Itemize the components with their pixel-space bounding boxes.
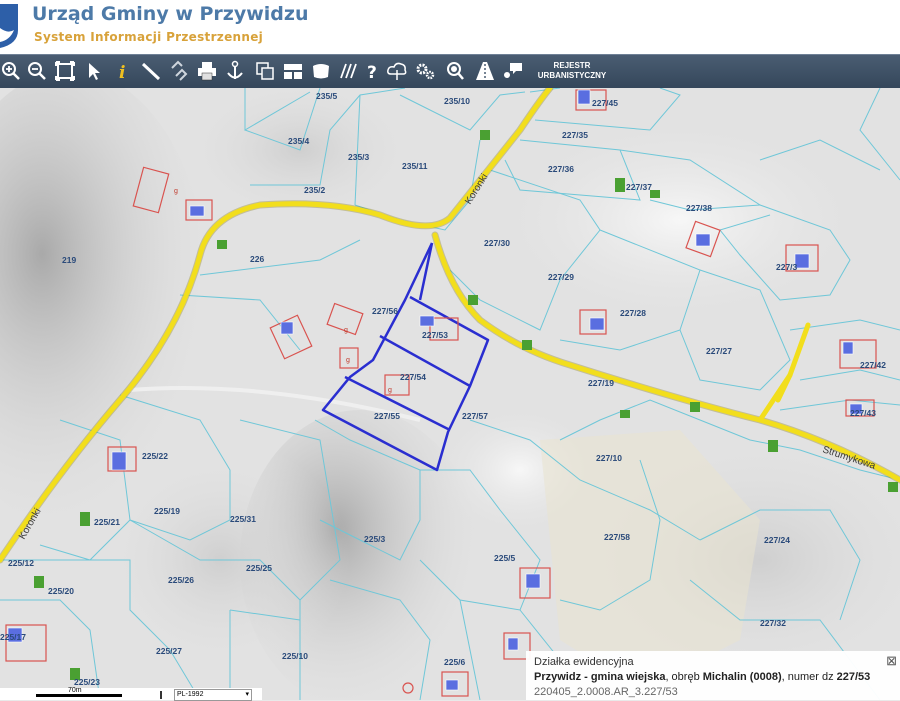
shape-icon[interactable] <box>310 60 332 82</box>
parcel-label: 225/19 <box>154 506 180 516</box>
popup-commune: Przywidz - gmina wiejska <box>534 671 666 683</box>
pointer-icon[interactable] <box>84 60 106 82</box>
settings-icon[interactable] <box>414 60 436 82</box>
parcel-label: 227/45 <box>592 98 618 108</box>
parcel-label: 227/35 <box>562 130 588 140</box>
header: Urząd Gminy w Przywidzu System Informacj… <box>0 0 900 54</box>
parcel-label: 225/27 <box>156 646 182 656</box>
layout-icon[interactable] <box>282 60 304 82</box>
scale-bar: 70m PL-1992 <box>0 687 262 701</box>
popup-precinct: Michalin (0008) <box>702 671 782 683</box>
zoom-extent-icon[interactable] <box>54 60 76 82</box>
parcel-label: 235/2 <box>304 185 326 195</box>
map-svg[interactable]: g g g g Koronki Koronki Strumykowa 235/5… <box>0 88 900 700</box>
parcel-label: 227/53 <box>422 330 448 340</box>
crs-select[interactable]: PL-1992 <box>174 689 252 701</box>
parcel-label: 227/28 <box>620 308 646 318</box>
parcel-label: 227/42 <box>860 360 886 370</box>
scale-separator <box>160 691 162 699</box>
parcel-label: 225/17 <box>0 632 26 642</box>
parcel-label: 219 <box>62 255 76 265</box>
parcel-label: 235/5 <box>316 91 338 101</box>
parcel-label: 227/38 <box>686 203 712 213</box>
parcel-label: 225/31 <box>230 514 256 524</box>
register-label-1: REJESTR <box>553 61 591 70</box>
building-label: g <box>344 327 348 334</box>
toolbar: i ? REJESTR URBANISTYCZNY <box>0 54 900 90</box>
road-icon[interactable] <box>474 60 496 82</box>
parcel-label: 225/21 <box>94 517 120 527</box>
popup-header: Działka ewidencyjna <box>534 656 634 668</box>
scale-line <box>36 694 122 697</box>
parcel-label: 225/3 <box>364 534 386 544</box>
close-icon[interactable]: ⊠ <box>886 653 897 669</box>
info-icon[interactable]: i <box>112 60 134 83</box>
building-label: g <box>174 188 178 195</box>
print-icon[interactable] <box>196 60 218 82</box>
parcel-label: 227/10 <box>596 453 622 463</box>
popup-parcel-number: 227/53 <box>836 671 871 683</box>
search-zoom-icon[interactable] <box>444 60 466 82</box>
parcel-label: 227/37 <box>626 182 652 192</box>
parcel-label: 227/19 <box>588 378 614 388</box>
parcel-label: 227/57 <box>462 411 488 421</box>
parcel-label: 227/54 <box>400 372 426 382</box>
parcel-label: 235/11 <box>402 161 428 171</box>
anchor-icon[interactable] <box>224 60 246 82</box>
parcel-label: 235/10 <box>444 96 470 106</box>
help-icon[interactable]: ? <box>362 60 384 83</box>
app-subtitle: System Informacji Przestrzennej <box>34 30 264 44</box>
cloud-download-icon[interactable] <box>386 60 408 82</box>
popup-parcel-id: 220405_2.0008.AR_3.227/53 <box>534 686 678 698</box>
coat-of-arms-icon <box>0 4 18 48</box>
parcel-label: 225/6 <box>444 657 466 667</box>
parcel-label: 225/10 <box>282 651 308 661</box>
parcel-label: 227/58 <box>604 532 630 542</box>
map-canvas[interactable]: g g g g Koronki Koronki Strumykowa 235/5… <box>0 88 900 700</box>
parcel-label: 227/30 <box>484 238 510 248</box>
parcel-label: 225/26 <box>168 575 194 585</box>
parcel-label: 227/32 <box>760 618 786 628</box>
parcel-label: 227/27 <box>706 346 732 356</box>
parcel-info-popup: Działka ewidencyjna ⊠ Przywidz - gmina w… <box>526 651 900 700</box>
parcel-label: 235/4 <box>288 136 310 146</box>
parcel-label: 225/5 <box>494 553 516 563</box>
popup-sep: , numer dz <box>781 671 837 683</box>
app-title: Urząd Gminy w Przywidzu <box>32 3 309 25</box>
building-label: g <box>346 357 350 364</box>
parcel-label: 227/36 <box>548 164 574 174</box>
popup-details: Przywidz - gmina wiejska, obręb Michalin… <box>534 671 870 683</box>
parcel-label: 227/24 <box>764 535 790 545</box>
parcel-label: 235/3 <box>348 152 370 162</box>
svg-text:i: i <box>119 63 125 82</box>
chat-icon[interactable] <box>502 60 524 82</box>
parcel-label: 225/23 <box>74 677 100 687</box>
link-icon[interactable] <box>168 60 190 82</box>
parcel-label: 227/3 <box>776 262 798 272</box>
parcel-label: 225/12 <box>8 558 34 568</box>
parcel-label: 225/20 <box>48 586 74 596</box>
hatch-icon[interactable] <box>338 60 360 82</box>
parcel-label: 227/43 <box>850 408 876 418</box>
popup-sep: , obręb <box>665 671 703 683</box>
zoom-in-icon[interactable] <box>0 60 22 82</box>
copy-icon[interactable] <box>254 60 276 82</box>
svg-text:?: ? <box>367 63 377 82</box>
zoom-out-icon[interactable] <box>26 60 48 82</box>
measure-length-icon[interactable] <box>140 60 162 82</box>
parcel-label: 227/56 <box>372 306 398 316</box>
parcel-label: 225/25 <box>246 563 272 573</box>
scale-distance: 70m <box>68 687 82 694</box>
register-button[interactable]: REJESTR URBANISTYCZNY <box>530 61 614 81</box>
register-label-2: URBANISTYCZNY <box>537 71 607 80</box>
parcel-label: 226 <box>250 254 264 264</box>
parcel-label: 225/22 <box>142 451 168 461</box>
parcel-label: 227/55 <box>374 411 400 421</box>
building-label: g <box>388 387 392 394</box>
hillshade-plateau-east <box>480 110 880 330</box>
parcel-label: 227/29 <box>548 272 574 282</box>
